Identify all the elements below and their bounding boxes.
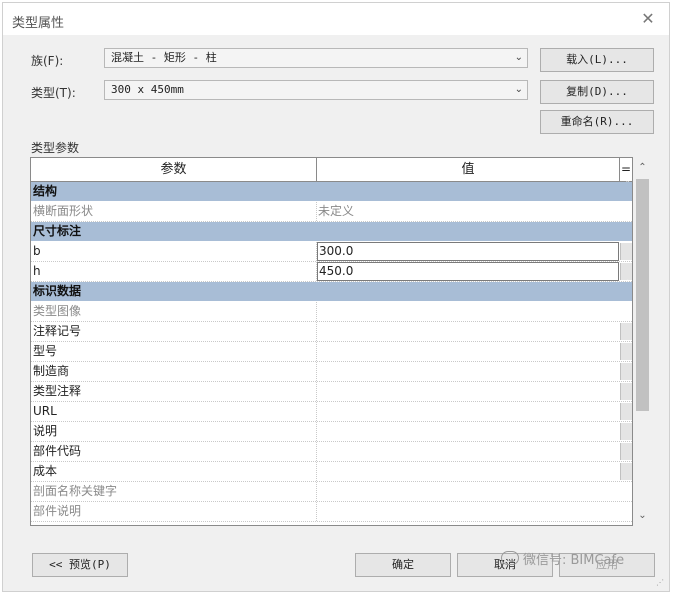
resize-grip-icon[interactable]: ⋰	[656, 578, 664, 587]
rename-button[interactable]: 重命名(R)...	[540, 110, 654, 134]
group-name: 标识数据	[33, 284, 82, 298]
column-divider	[316, 422, 318, 441]
watermark-text: 微信号: BIMCafe	[523, 553, 625, 568]
table-row[interactable]: 成本	[31, 462, 632, 482]
table-row[interactable]: 剖面名称关键字	[31, 482, 632, 502]
parameter-name: 类型注释	[33, 384, 82, 398]
close-icon[interactable]: ✕	[637, 9, 659, 29]
formula-cell-button[interactable]	[620, 343, 632, 360]
collapse-icon[interactable]: ˄	[626, 180, 631, 190]
formula-cell-button[interactable]	[620, 383, 632, 400]
column-divider	[316, 502, 318, 521]
type-parameters-label: 类型参数	[31, 141, 80, 155]
formula-cell-button[interactable]	[620, 403, 632, 420]
column-header-value[interactable]: 值	[317, 158, 619, 181]
table-header: 参数 值 =	[31, 158, 632, 182]
column-divider	[316, 302, 318, 321]
title-bar: 类型属性 ✕	[3, 3, 669, 35]
parameter-name: 型号	[33, 344, 58, 358]
column-divider	[316, 482, 318, 501]
chevron-down-icon: ⌄	[514, 52, 523, 63]
column-divider	[316, 462, 318, 481]
parameter-name: 部件说明	[33, 504, 82, 518]
collapse-icon[interactable]: ˄	[626, 280, 631, 290]
scroll-up-icon[interactable]: ⌃	[634, 159, 651, 176]
family-value: 混凝土 - 矩形 - 柱	[111, 51, 217, 64]
table-row[interactable]: b 300.0	[31, 242, 632, 262]
wechat-icon	[501, 551, 519, 565]
column-divider	[316, 442, 318, 461]
parameter-value: 未定义	[318, 204, 355, 218]
table-row[interactable]: 说明	[31, 422, 632, 442]
parameter-name: 注释记号	[33, 324, 82, 338]
table-row[interactable]: 注释记号	[31, 322, 632, 342]
table-row[interactable]: 制造商	[31, 362, 632, 382]
parameter-name: URL	[33, 404, 57, 418]
column-header-parameter[interactable]: 参数	[31, 158, 316, 181]
collapse-icon[interactable]: ˄	[626, 220, 631, 230]
table-row[interactable]: h 450.0	[31, 262, 632, 282]
type-label: 类型(T):	[31, 86, 76, 100]
watermark: 微信号: BIMCafe	[501, 549, 624, 568]
parameter-name: h	[33, 264, 41, 278]
parameter-name: 剖面名称关键字	[33, 484, 118, 498]
parameter-value: 450.0	[319, 264, 354, 278]
table-row[interactable]: 部件说明	[31, 502, 632, 522]
column-divider	[316, 382, 318, 401]
formula-cell-button[interactable]	[620, 443, 632, 460]
table-row[interactable]: 型号	[31, 342, 632, 362]
column-divider	[316, 402, 318, 421]
table-row[interactable]: 横断面形状 未定义	[31, 202, 632, 222]
table-scrollbar[interactable]: ⌃ ⌄	[634, 157, 651, 526]
formula-cell-button[interactable]	[620, 243, 632, 260]
group-header-row[interactable]: 结构 ˄	[31, 180, 632, 202]
parameter-name: 横断面形状	[33, 204, 94, 218]
parameter-name: 部件代码	[33, 444, 82, 458]
table-row[interactable]: 类型注释	[31, 382, 632, 402]
family-label: 族(F):	[31, 54, 64, 68]
type-dropdown[interactable]: 300 x 450mm ⌄	[104, 80, 528, 100]
parameter-name: 类型图像	[33, 304, 82, 318]
parameter-value-field[interactable]: 450.0	[317, 262, 619, 281]
parameter-value-field[interactable]: 300.0	[317, 242, 619, 261]
parameter-value: 300.0	[319, 244, 354, 258]
column-header-formula[interactable]: =	[620, 158, 632, 181]
type-value: 300 x 450mm	[111, 83, 184, 96]
scrollbar-thumb[interactable]	[636, 179, 649, 411]
table-row[interactable]: URL	[31, 402, 632, 422]
group-header-row[interactable]: 尺寸标注 ˄	[31, 220, 632, 242]
parameter-name: 成本	[33, 464, 58, 478]
formula-cell-button[interactable]	[620, 363, 632, 380]
type-parameters-table: 参数 值 = 结构 ˄ 横断面形状 未定义尺寸标注 ˄ b 300.0 h 450.0 标识数据 ˄…	[30, 157, 633, 526]
column-divider	[316, 362, 318, 381]
preview-button[interactable]: << 预览(P)	[32, 553, 128, 577]
formula-cell-button[interactable]	[620, 323, 632, 340]
chevron-down-icon: ⌄	[514, 84, 523, 95]
parameter-name: b	[33, 244, 41, 258]
parameter-name: 说明	[33, 424, 58, 438]
formula-cell-button[interactable]	[620, 423, 632, 440]
formula-cell-button[interactable]	[620, 463, 632, 480]
ok-button[interactable]: 确定	[355, 553, 451, 577]
column-divider	[316, 342, 318, 361]
scroll-down-icon[interactable]: ⌄	[634, 507, 651, 524]
load-button[interactable]: 载入(L)...	[540, 48, 654, 72]
group-header-row[interactable]: 标识数据 ˄	[31, 280, 632, 302]
dialog-title: 类型属性	[12, 16, 65, 31]
table-row[interactable]: 部件代码	[31, 442, 632, 462]
table-row[interactable]: 类型图像	[31, 302, 632, 322]
group-name: 结构	[33, 184, 58, 198]
family-dropdown[interactable]: 混凝土 - 矩形 - 柱 ⌄	[104, 48, 528, 68]
group-name: 尺寸标注	[33, 224, 82, 238]
duplicate-button[interactable]: 复制(D)...	[540, 80, 654, 104]
column-divider	[316, 322, 318, 341]
formula-cell-button[interactable]	[620, 263, 632, 280]
parameter-name: 制造商	[33, 364, 70, 378]
